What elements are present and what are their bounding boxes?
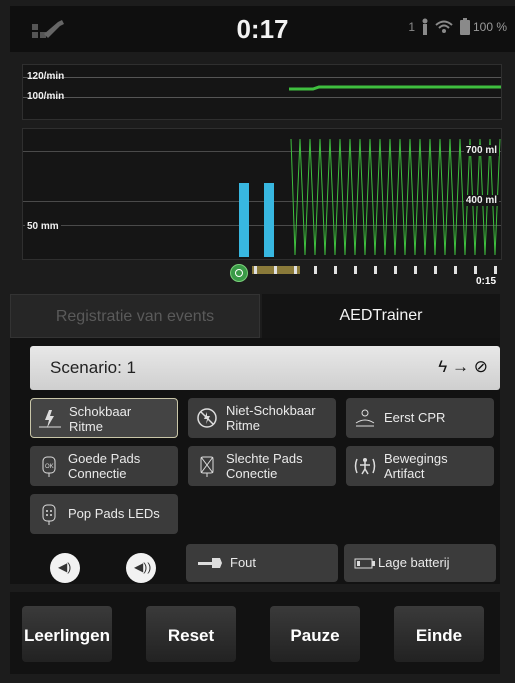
person-icon [422, 18, 428, 35]
students-button[interactable]: Leerlingen [22, 606, 112, 662]
scenario-label: Scenario: 1 [50, 358, 136, 377]
motion-line2: Artifact [384, 466, 425, 481]
cpr-icon [355, 409, 375, 427]
compression-rate-panel: 120/min 100/min [22, 64, 502, 120]
status-bar: 0:17 1 100 % [10, 6, 515, 52]
pads-icon: OK [42, 456, 56, 477]
bad-pads-line1: Slechte Pads [226, 451, 303, 466]
bad-pads-button[interactable]: Slechte Pads Conectie [188, 446, 336, 486]
aed-trainer-panel: Scenario: 1 ϟ → ⊘ Schokbaar Ritme Niet-Sc… [10, 338, 500, 584]
rate-trace [289, 85, 501, 91]
timeline: 0:15 [22, 262, 500, 288]
motion-line1: Bewegings [384, 451, 448, 466]
scenario-sequence: ϟ → ⊘ [438, 357, 488, 377]
svg-text:OK: OK [45, 464, 54, 470]
fault-button[interactable]: Fout [186, 544, 338, 582]
power-icon[interactable] [230, 264, 248, 282]
motion-artifact-button[interactable]: Bewegings Artifact [346, 446, 494, 486]
volume-low-label: 400 ml [463, 195, 499, 206]
battery-percent: 100 % [472, 20, 507, 34]
non-shockable-line2: Ritme [226, 418, 260, 433]
non-shockable-line1: Niet-Schokbaar [226, 403, 316, 418]
shockable-icon [39, 410, 61, 428]
depth-ventilation-graph: 50 mm 700 ml 400 ml [22, 128, 502, 260]
end-button[interactable]: Einde [394, 606, 484, 662]
volume-high-label: 700 ml [463, 145, 499, 156]
low-battery-button[interactable]: Lage batterij [344, 544, 496, 582]
tab-bar: Registratie van events AEDTrainer [10, 294, 500, 338]
signal-count: 1 [408, 20, 415, 34]
no-shock-icon: ⊘ [473, 357, 488, 376]
depth-label: 50 mm [25, 221, 61, 232]
tab-event-log[interactable]: Registratie van events [10, 294, 260, 338]
cpr-first-button[interactable]: Eerst CPR [346, 398, 494, 438]
bad-pads-icon [200, 456, 214, 477]
pause-button[interactable]: Pauze [270, 606, 360, 662]
bottom-bar: Leerlingen Reset Pauze Einde [10, 592, 500, 674]
volume-down-icon: ◀) [58, 560, 72, 574]
battery-low-icon [354, 558, 375, 569]
volume-up-button[interactable]: ◀)) [126, 553, 156, 583]
volume-down-button[interactable]: ◀) [50, 553, 80, 583]
scenario-arrow: → [452, 357, 470, 376]
non-shockable-rhythm-button[interactable]: Niet-Schokbaar Ritme [188, 398, 336, 438]
good-pads-line2: Connectie [68, 466, 127, 481]
good-pads-line1: Goede Pads [68, 451, 141, 466]
pop-pads-icon [42, 504, 56, 525]
low-battery-label: Lage batterij [378, 555, 450, 570]
no-shock-icon [197, 408, 217, 428]
status-icons: 1 [408, 18, 471, 36]
motion-icon [354, 458, 376, 475]
compression-waveform [239, 138, 501, 257]
bad-pads-line2: Conectie [226, 466, 278, 481]
shockable-rhythm-button[interactable]: Schokbaar Ritme [30, 398, 178, 438]
pop-pads-label: Pop Pads LEDs [68, 506, 160, 521]
cpr-first-label: Eerst CPR [384, 410, 446, 425]
timeline-end-label: 0:15 [475, 276, 496, 287]
wifi-icon [435, 20, 453, 33]
shockable-line1: Schokbaar [69, 404, 132, 419]
pop-pads-leds-button[interactable]: Pop Pads LEDs [30, 494, 178, 534]
good-pads-button[interactable]: OK Goede Pads Connectie [30, 446, 178, 486]
shockable-line2: Ritme [69, 419, 103, 434]
wrench-icon [198, 558, 222, 568]
scenario-selector[interactable]: Scenario: 1 ϟ → ⊘ [30, 346, 500, 390]
app-frame: 0:17 1 100 % 120/min 100/min 50 mm 700 m… [0, 0, 515, 683]
tab-aed-trainer[interactable]: AEDTrainer [262, 294, 500, 338]
shock-icon: ϟ [438, 357, 448, 376]
battery-icon [460, 18, 470, 35]
volume-up-icon: ◀)) [134, 560, 152, 574]
fault-label: Fout [230, 555, 257, 570]
reset-button[interactable]: Reset [146, 606, 236, 662]
